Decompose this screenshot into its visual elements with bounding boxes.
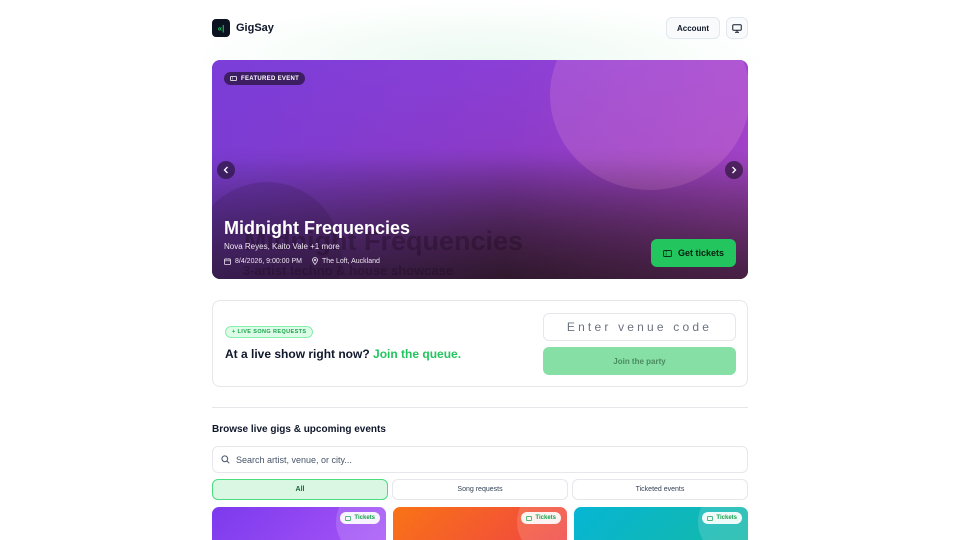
event-card[interactable]: Tickets	[574, 507, 748, 540]
featured-badge: FEATURED EVENT	[224, 72, 306, 85]
ticket-icon	[345, 515, 352, 521]
tickets-badge: Tickets	[521, 512, 561, 524]
monitor-icon	[732, 23, 742, 33]
section-divider	[212, 407, 748, 408]
event-date-text: 8/4/2026, 9:00:00 PM	[235, 257, 302, 265]
chevron-left-icon	[223, 166, 229, 174]
ticket-icon	[526, 515, 533, 521]
brand[interactable]: «| GigSay	[212, 19, 274, 37]
tickets-badge: Tickets	[340, 512, 380, 524]
tickets-badge: Tickets	[702, 512, 742, 524]
live-requests-badge: + LIVE SONG REQUESTS	[225, 326, 314, 338]
account-button[interactable]: Account	[666, 17, 720, 39]
map-pin-icon	[312, 257, 318, 265]
event-card[interactable]: Tickets	[212, 507, 386, 540]
header: «| GigSay Account	[212, 17, 748, 39]
ticket-icon	[230, 76, 237, 81]
ticket-icon	[707, 515, 714, 521]
live-requests-card: + LIVE SONG REQUESTS At a live show righ…	[212, 300, 748, 387]
tickets-badge-label: Tickets	[716, 515, 737, 521]
chevron-right-icon	[731, 166, 737, 174]
get-tickets-label: Get tickets	[677, 248, 724, 258]
event-cards: Tickets Tickets Tickets	[212, 507, 748, 540]
event-meta: 8/4/2026, 9:00:00 PM The Loft, Auckland	[224, 257, 380, 265]
requests-headline-prefix: At a live show right now?	[225, 347, 370, 361]
event-venue: The Loft, Auckland	[312, 257, 380, 265]
event-venue-text: The Loft, Auckland	[321, 257, 380, 265]
search-input[interactable]: Search artist, venue, or city...	[212, 446, 748, 473]
get-tickets-button[interactable]: Get tickets	[650, 239, 736, 267]
event-date: 8/4/2026, 9:00:00 PM	[224, 258, 302, 265]
carousel-next-button[interactable]	[725, 161, 743, 179]
tickets-badge-label: Tickets	[354, 515, 375, 521]
filter-song-requests[interactable]: Song requests	[392, 479, 568, 500]
event-card[interactable]: Tickets	[393, 507, 567, 540]
carousel-prev-button[interactable]	[217, 161, 235, 179]
logo-icon: «|	[212, 19, 230, 37]
featured-event-hero[interactable]: FEATURED EVENT Midnight Frequencies 3-ar…	[212, 60, 748, 279]
filter-ticketed-events[interactable]: Ticketed events	[572, 479, 748, 500]
featured-badge-label: FEATURED EVENT	[241, 75, 300, 82]
event-artists: Nova Reyes, Kaito Vale +1 more	[224, 242, 340, 251]
header-actions: Account	[666, 17, 748, 39]
event-title: Midnight Frequencies	[224, 218, 411, 238]
filter-all[interactable]: All	[212, 479, 388, 500]
tickets-badge-label: Tickets	[535, 515, 556, 521]
search-placeholder: Search artist, venue, or city...	[236, 454, 352, 465]
join-party-button[interactable]: Join the party	[543, 347, 736, 375]
requests-headline-accent: Join the queue.	[373, 347, 462, 361]
requests-headline: At a live show right now? Join the queue…	[225, 347, 461, 361]
display-mode-button[interactable]	[726, 17, 748, 39]
browse-title: Browse live gigs & upcoming events	[212, 424, 386, 435]
brand-name: GigSay	[236, 22, 274, 34]
hero-ghost-subtitle: 3-artist techno & house showcase	[243, 263, 454, 278]
search-icon	[221, 455, 230, 464]
filter-tabs: All Song requests Ticketed events	[212, 479, 748, 500]
venue-code-input[interactable]	[543, 313, 736, 341]
ticket-icon	[663, 249, 672, 257]
calendar-icon	[224, 257, 231, 265]
